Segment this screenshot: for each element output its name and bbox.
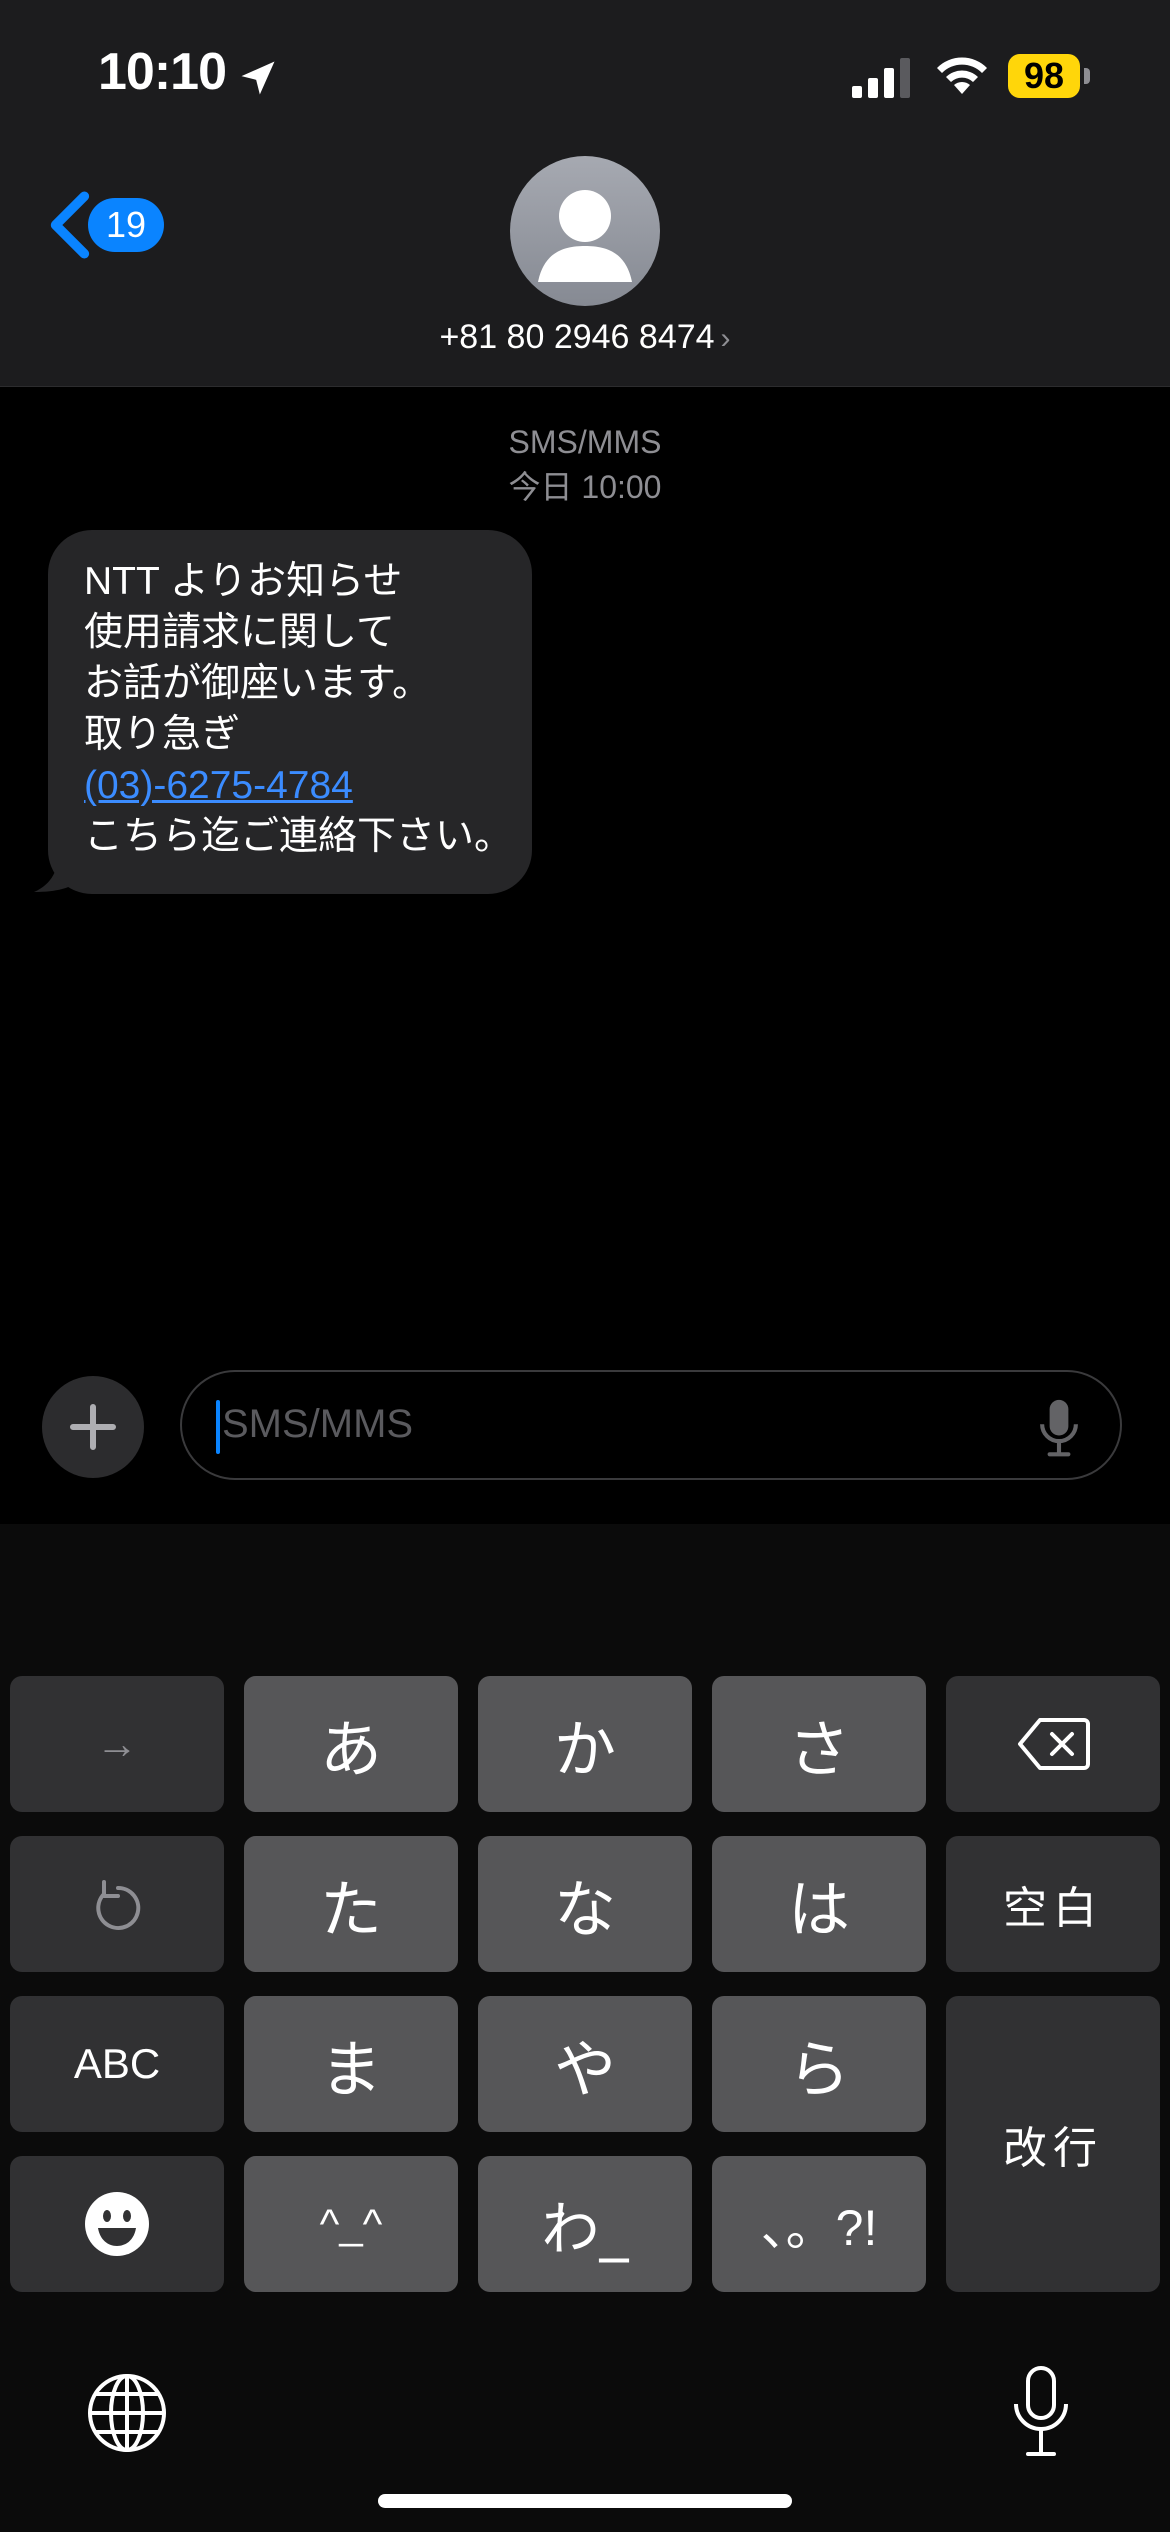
key-ya[interactable]: や [478,1996,692,2132]
service-label: SMS/MMS [508,424,662,460]
phone-number-link[interactable]: (03)-6275-4784 [84,760,496,811]
key-sa[interactable]: さ [712,1676,926,1812]
wifi-icon [937,57,987,94]
message-line: 使用請求に関して [84,611,395,654]
message-line: NTT よりお知らせ [84,560,403,603]
battery-tip [1084,68,1090,84]
emoji-smiley-icon [85,2192,149,2256]
key-ta[interactable]: た [244,1836,458,1972]
space-key[interactable]: 空白 [946,1836,1160,1972]
key-a[interactable]: あ [244,1676,458,1812]
add-attachment-button[interactable] [42,1376,144,1478]
incoming-message-bubble[interactable]: NTT よりお知らせ 使用請求に関して お話が御座います。 取り急ぎ (03)-… [48,530,532,894]
back-chevron-icon[interactable] [46,190,92,260]
key-ha[interactable]: は [712,1836,926,1972]
key-na[interactable]: な [478,1836,692,1972]
battery-level: 98 [1023,55,1065,96]
home-indicator[interactable] [378,2494,792,2508]
key-punctuation[interactable]: 、。?! [712,2156,926,2292]
delete-key[interactable] [946,1676,1160,1812]
emoji-key[interactable] [10,2156,224,2292]
message-line: 取り急ぎ [84,713,241,756]
key-ma[interactable]: ま [244,1996,458,2132]
globe-icon[interactable] [86,2372,168,2454]
key-ka[interactable]: か [478,1676,692,1812]
return-key[interactable]: 改行 [946,1996,1160,2292]
location-arrow-icon [241,61,275,95]
arrow-right-icon: → [96,1720,138,1767]
status-time: 10:10 [98,43,227,101]
contact-number-text: +81 80 2946 8474 [439,318,715,356]
key-ra[interactable]: ら [712,1996,926,2132]
undo-icon [96,1880,141,1930]
cellular-signal-icon [852,58,910,98]
contact-avatar[interactable] [510,156,660,306]
message-line: こちら迄ご連絡下さい。 [84,815,514,858]
microphone-icon[interactable] [1036,1398,1082,1458]
abc-key[interactable]: ABC [10,1996,224,2132]
undo-key[interactable] [10,1836,224,1972]
delete-backspace-icon [1018,1718,1090,1770]
key-wa[interactable]: わ_ [478,2156,692,2292]
key-kaomoji[interactable]: ^_^ [244,2156,458,2292]
person-silhouette-icon [538,190,632,282]
plus-icon [70,1404,116,1450]
contact-detail-chevron-icon: › [720,322,731,355]
dictation-microphone-icon[interactable] [1010,2364,1072,2460]
message-timestamp: 今日 10:00 [508,469,662,505]
text-cursor [216,1400,220,1454]
next-candidate-key[interactable]: → [10,1676,224,1812]
contact-number[interactable]: +81 80 2946 8474 › [300,318,870,357]
message-input-placeholder: SMS/MMS [222,1402,414,1446]
battery-icon: 98 [1008,54,1080,98]
message-line: お話が御座います。 [84,662,432,705]
back-unread-badge[interactable]: 19 [88,198,164,252]
